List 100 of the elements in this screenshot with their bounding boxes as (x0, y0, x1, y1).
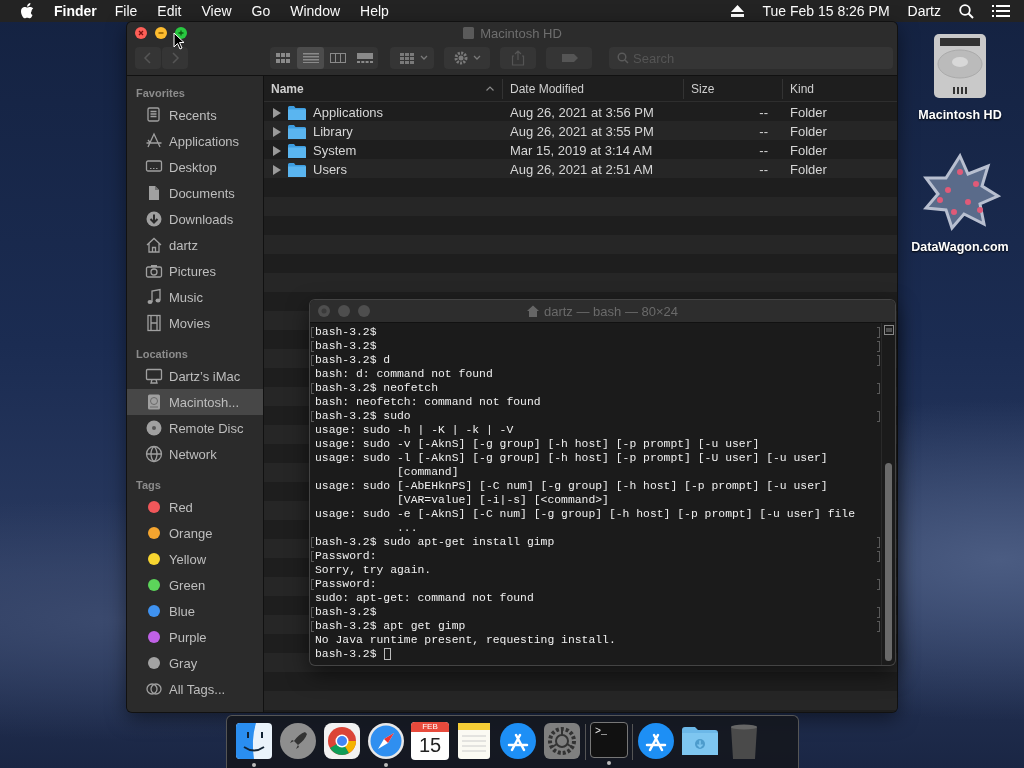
disclosure-triangle-icon[interactable] (273, 126, 281, 137)
terminal-line: bash-3.2$ sudo apt-get install gimp (315, 536, 555, 548)
disclosure-triangle-icon[interactable] (273, 107, 281, 118)
sidebar-item[interactable]: Desktop (127, 154, 263, 180)
menu-item[interactable]: File (114, 3, 138, 19)
close-button[interactable] (135, 27, 147, 39)
bulleted-list-icon[interactable] (992, 4, 1010, 18)
sidebar-item[interactable]: Movies (127, 310, 263, 336)
letter-a-app-icon[interactable] (499, 722, 537, 760)
calendar-icon[interactable]: FEB 15 (411, 722, 449, 760)
menu-item[interactable]: Help (360, 3, 389, 19)
terminal-line: usage: sudo -v [-AknS] [-g group] [-h host] [-p prompt] [-u user] (315, 438, 760, 450)
disclosure-triangle-icon[interactable] (273, 145, 281, 156)
prompt-label: >_ (595, 726, 607, 739)
document-stack-icon (145, 106, 163, 124)
table-cell-text: Folder (789, 104, 828, 122)
terminal-line: bash-3.2$ (315, 648, 377, 660)
terminal-line: No Java runtime present, requesting install. (315, 634, 616, 646)
menu-item[interactable]: View (201, 3, 232, 19)
app-menu[interactable]: Finder (54, 3, 97, 19)
tag-circles-icon (145, 680, 163, 698)
apple-logo-icon[interactable] (20, 3, 34, 19)
sidebar-item[interactable]: Red (127, 494, 263, 520)
sidebar-item[interactable]: Orange (127, 520, 263, 546)
folder-icon (288, 105, 306, 120)
terminal-line: usage: sudo -l [-AknS] [-g group] [-h host] [-p prompt] [-U user] [-u user] (315, 452, 828, 464)
terminal-line: bash-3.2$ (315, 340, 377, 352)
smiling-face-icon[interactable] (235, 722, 273, 760)
column-header[interactable]: Name (264, 78, 502, 99)
column-view-icon (329, 53, 346, 63)
table-cell-text: Aug 26, 2021 at 2:51 AM (509, 161, 655, 179)
table-cell-text: -- (758, 104, 769, 122)
sidebar-item[interactable]: Recents (127, 102, 263, 128)
table-cell-text: -- (758, 123, 769, 141)
disc-icon (145, 419, 163, 437)
file-name[interactable]: System (313, 143, 357, 158)
sidebar-item[interactable]: Remote Disc (127, 415, 263, 441)
split-pane-icon[interactable] (883, 325, 894, 335)
compass-icon[interactable] (367, 722, 405, 760)
sidebar-item[interactable]: Applications (127, 128, 263, 154)
action-gear-button[interactable] (444, 47, 490, 69)
view-button[interactable] (297, 47, 324, 69)
sidebar-item[interactable]: Downloads (127, 206, 263, 232)
folder-icon (288, 162, 306, 177)
sidebar-item[interactable]: All Tags... (127, 676, 263, 702)
letter-a-app-icon[interactable] (637, 722, 675, 760)
terminal-line: sudo: apt-get: command not found (315, 592, 534, 604)
scrollbar-thumb[interactable] (885, 463, 892, 661)
sidebar-item[interactable]: Music (127, 284, 263, 310)
camera-icon (145, 262, 163, 280)
ring-logo-icon[interactable] (323, 722, 361, 760)
search-icon (617, 52, 629, 64)
terminal-line: usage: sudo [-AbEHknPS] [-C num] [-g group] [-h host] [-p prompt] [-u user] (315, 480, 828, 492)
gallery-view-icon (356, 53, 373, 63)
terminal-line: Sorry, try again. (315, 564, 432, 576)
sidebar-item[interactable]: Pictures (127, 258, 263, 284)
user-menu[interactable]: Dartz (907, 3, 941, 19)
eject-icon[interactable] (731, 5, 745, 17)
table-cell-text: Aug 26, 2021 at 3:55 PM (509, 123, 655, 141)
table-cell-text: Mar 15, 2019 at 3:14 AM (509, 142, 654, 160)
sidebar-item[interactable]: Yellow (127, 546, 263, 572)
column-header[interactable]: Kind (782, 78, 896, 99)
search-icon[interactable] (959, 3, 974, 19)
group-button[interactable] (390, 47, 434, 69)
table-cell-text: Folder (789, 161, 828, 179)
notepad-icon[interactable] (455, 722, 493, 760)
menu-item[interactable]: Edit (157, 3, 182, 19)
pointer-icon (173, 32, 185, 50)
gear-icon[interactable] (543, 722, 581, 760)
sidebar-item[interactable]: Purple (127, 624, 263, 650)
section-heading: Tags (135, 478, 162, 493)
column-header[interactable]: Size (683, 78, 782, 99)
rocket-icon[interactable] (279, 722, 317, 760)
letter-a-shape-icon (145, 132, 163, 150)
sidebar-item[interactable]: Network (127, 441, 263, 467)
menu-clock[interactable]: Tue Feb 15 8:26 PM (762, 3, 890, 19)
menu-item[interactable]: Window (290, 3, 341, 19)
terminal-line: bash-3.2$ sudo (315, 410, 411, 422)
icon-label[interactable]: DataWagon.com (911, 240, 1009, 254)
menu-item[interactable]: Go (251, 3, 271, 19)
file-name[interactable]: Applications (313, 105, 384, 120)
sidebar-item[interactable]: Documents (127, 180, 263, 206)
section-heading: Favorites (135, 86, 186, 101)
minimize-button[interactable] (155, 27, 167, 39)
disclosure-triangle-icon[interactable] (273, 164, 281, 175)
file-name[interactable]: Library (313, 124, 353, 139)
sidebar-item[interactable]: Dartz’s iMac (127, 363, 263, 389)
terminal-line: [command] (396, 466, 459, 478)
icon-label[interactable]: Macintosh HD (918, 108, 1002, 122)
sidebar-item[interactable]: Gray (127, 650, 263, 676)
music-note-icon (145, 288, 163, 306)
file-name[interactable]: Users (313, 162, 347, 177)
sidebar-item[interactable]: Macintosh... (127, 389, 263, 415)
sidebar-item[interactable]: dartz (127, 232, 263, 258)
terminal-line: bash: d: command not found (315, 368, 493, 380)
column-header[interactable]: Date Modified (502, 78, 683, 99)
sidebar-item[interactable]: Green (127, 572, 263, 598)
sidebar-item[interactable]: Blue (127, 598, 263, 624)
terminal-line: usage: sudo -e [-AknS] [-C num] [-g group] [-h host] [-p prompt] [-u user] file (315, 508, 855, 520)
terminal-icon[interactable]: >_ (590, 722, 628, 758)
